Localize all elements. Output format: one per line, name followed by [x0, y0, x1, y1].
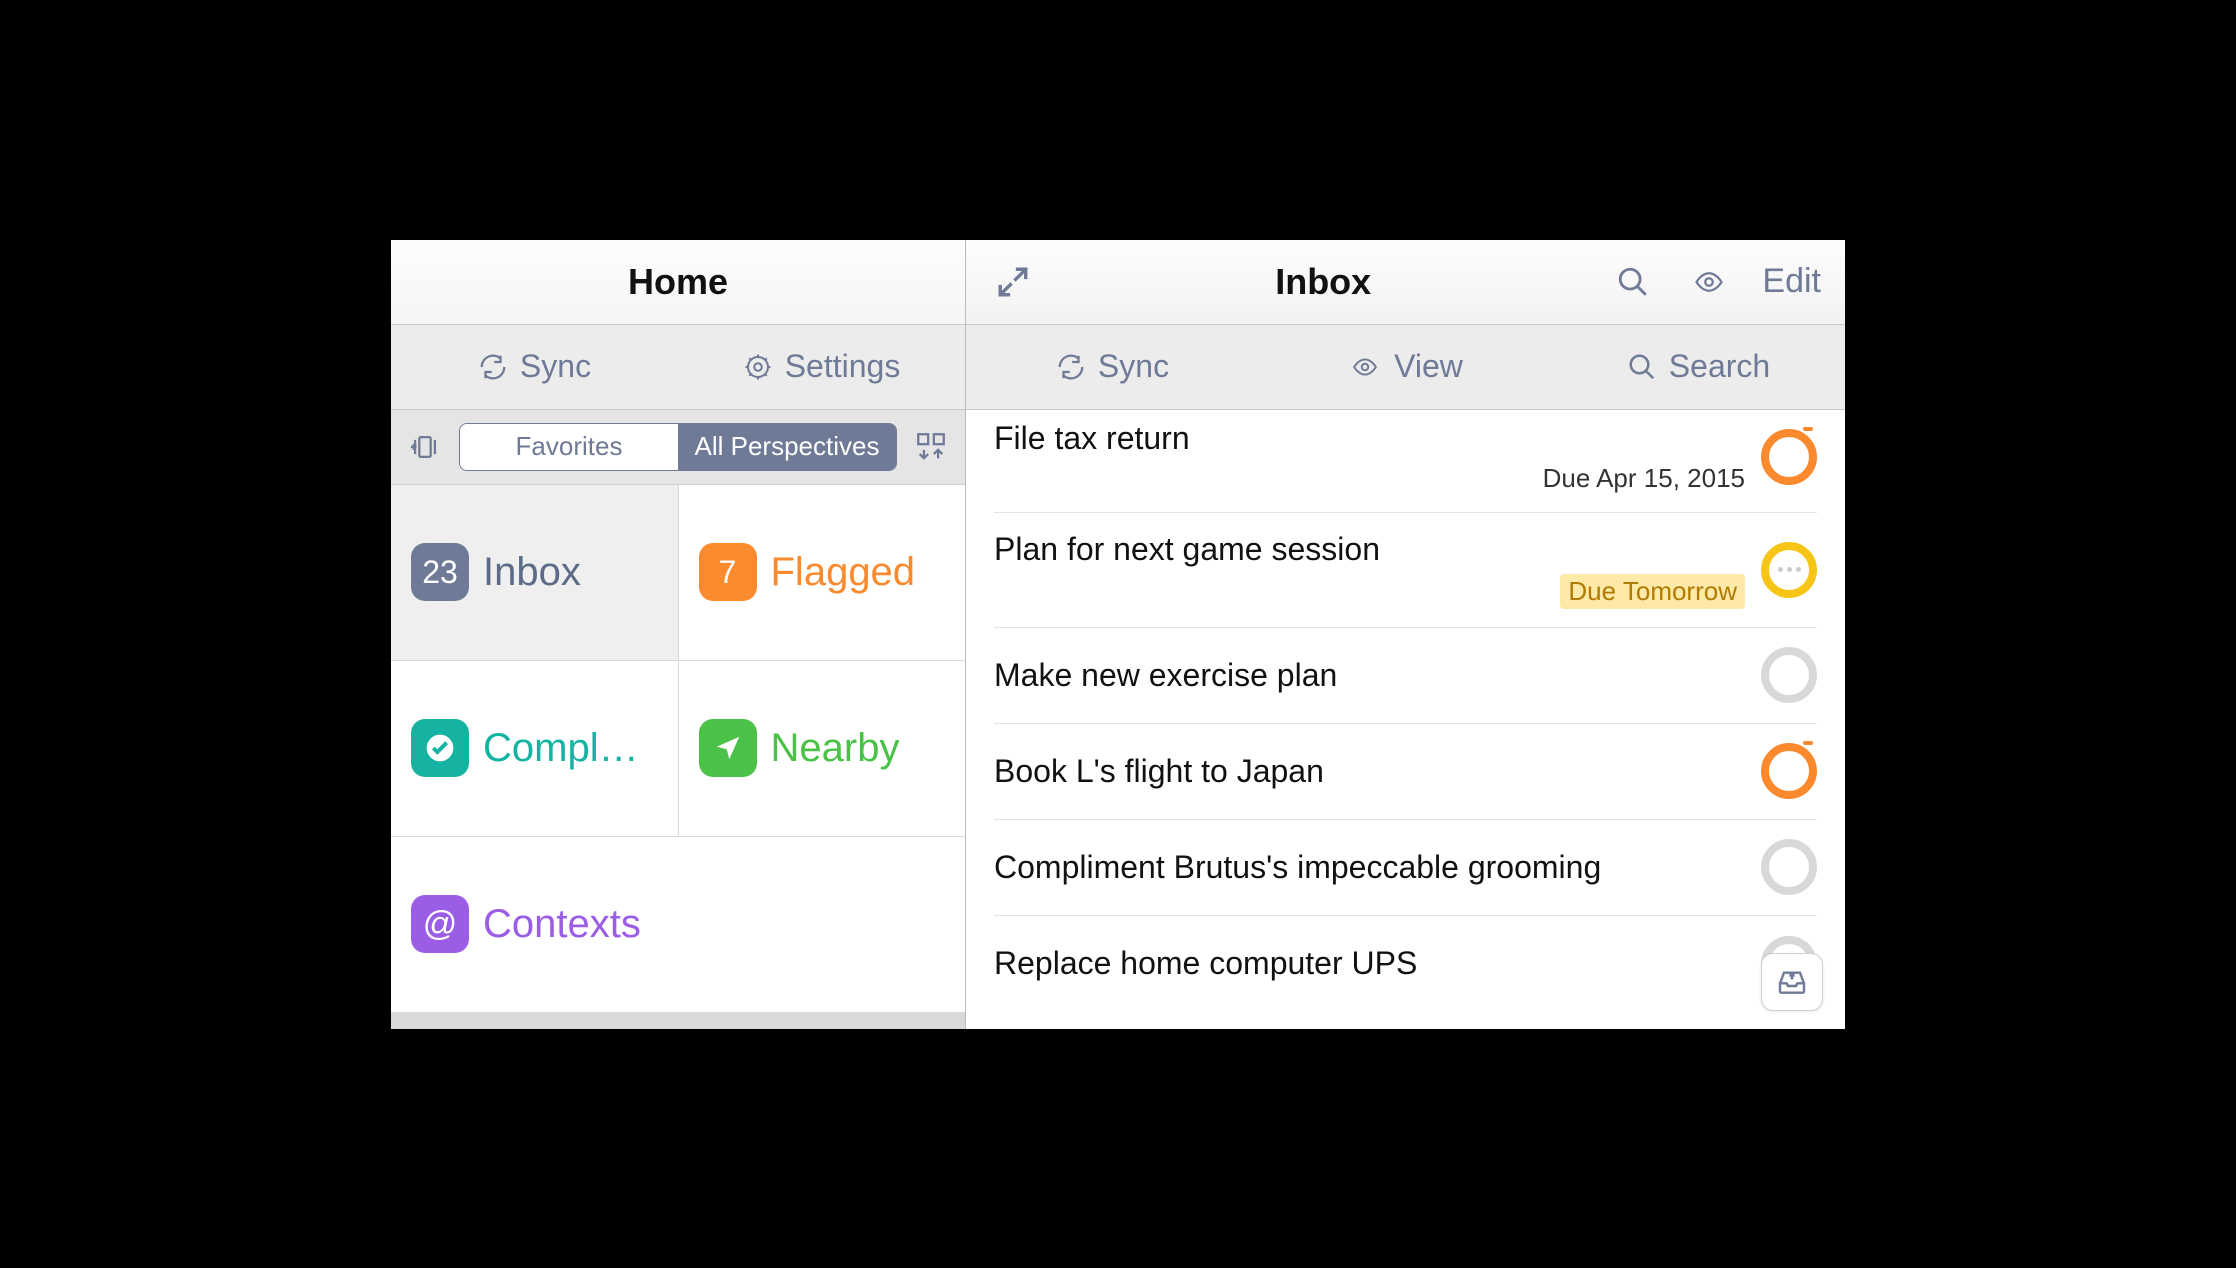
task-title: Plan for next game session [994, 531, 1745, 568]
task-row[interactable]: Compliment Brutus's impeccable grooming [994, 820, 1817, 916]
settings-label: Settings [785, 348, 901, 385]
gear-icon [743, 352, 773, 382]
task-due: Due Apr 15, 2015 [994, 463, 1745, 494]
left-pane: Home Sync Settings [391, 240, 966, 1029]
eye-icon [1348, 354, 1382, 380]
right-title: Inbox [1066, 261, 1580, 303]
new-inbox-item-button[interactable] [1761, 953, 1823, 1011]
edit-button[interactable]: Edit [1762, 262, 1821, 301]
status-circle-due-soon[interactable] [1761, 542, 1817, 598]
task-row[interactable]: Replace home computer UPS [994, 916, 1817, 1012]
location-icon [699, 719, 757, 777]
sync-button[interactable]: Sync [391, 325, 678, 409]
search-icon[interactable] [1610, 265, 1656, 299]
segment-all-perspectives[interactable]: All Perspectives [678, 424, 896, 470]
view-label: View [1394, 348, 1463, 385]
task-row[interactable]: Book L's flight to Japan [994, 724, 1817, 820]
tile-inbox[interactable]: 23 Inbox [391, 485, 678, 660]
search-icon [1627, 352, 1657, 382]
tile-contexts[interactable]: @ Contexts [391, 837, 965, 1012]
right-header: Inbox Edit [966, 240, 1845, 325]
right-action-bar: Sync View Search [966, 325, 1845, 410]
status-circle[interactable] [1761, 647, 1817, 703]
tile-nearby[interactable]: Nearby [679, 661, 966, 836]
sync-icon [1056, 352, 1086, 382]
tile-completed[interactable]: Compl… [391, 661, 678, 836]
task-due: Due Tomorrow [1560, 574, 1745, 609]
search-label: Search [1669, 348, 1770, 385]
task-title: Replace home computer UPS [994, 945, 1745, 982]
inbox-count-badge: 23 [411, 543, 469, 601]
app-window: Home Sync Settings [373, 222, 1863, 1047]
segment-favorites[interactable]: Favorites [460, 424, 678, 470]
check-icon [411, 719, 469, 777]
view-button[interactable]: View [1259, 325, 1552, 409]
sync-label: Sync [1098, 348, 1169, 385]
flagged-count-badge: 7 [699, 543, 757, 601]
status-circle-overdue[interactable] [1761, 429, 1817, 485]
tile-label: Inbox [483, 550, 581, 595]
task-title: Make new exercise plan [994, 657, 1745, 694]
sync-button[interactable]: Sync [966, 325, 1259, 409]
task-title: File tax return [994, 420, 1745, 457]
tile-label: Contexts [483, 902, 641, 947]
status-circle[interactable] [1761, 839, 1817, 895]
sync-label: Sync [520, 348, 591, 385]
reorder-icon[interactable] [911, 427, 951, 467]
status-circle-overdue[interactable] [1761, 743, 1817, 799]
add-perspective-icon[interactable] [405, 427, 445, 467]
eye-icon[interactable] [1686, 267, 1732, 297]
ellipsis-icon [1778, 567, 1801, 572]
tile-label: Compl… [483, 726, 639, 771]
task-title: Book L's flight to Japan [994, 753, 1745, 790]
fullscreen-icon[interactable] [990, 265, 1036, 299]
task-row[interactable]: Plan for next game session Due Tomorrow [994, 513, 1817, 628]
tile-label: Nearby [771, 726, 900, 771]
task-title: Compliment Brutus's impeccable grooming [994, 849, 1745, 886]
task-list: File tax return Due Apr 15, 2015 Plan fo… [966, 410, 1845, 1029]
segmented-row: Favorites All Perspectives [391, 410, 965, 485]
settings-button[interactable]: Settings [678, 325, 965, 409]
sync-icon [478, 352, 508, 382]
right-pane: Inbox Edit Sync View [966, 240, 1845, 1029]
at-icon: @ [411, 895, 469, 953]
task-row[interactable]: Make new exercise plan [994, 628, 1817, 724]
left-title: Home [391, 240, 965, 325]
search-button[interactable]: Search [1552, 325, 1845, 409]
tile-flagged[interactable]: 7 Flagged [679, 485, 966, 660]
left-action-bar: Sync Settings [391, 325, 965, 410]
segmented-control: Favorites All Perspectives [459, 423, 897, 471]
tile-label: Flagged [771, 550, 916, 595]
task-row[interactable]: File tax return Due Apr 15, 2015 [994, 410, 1817, 513]
perspectives-grid: 23 Inbox 7 Flagged Compl… Nearby @ [391, 485, 965, 1029]
